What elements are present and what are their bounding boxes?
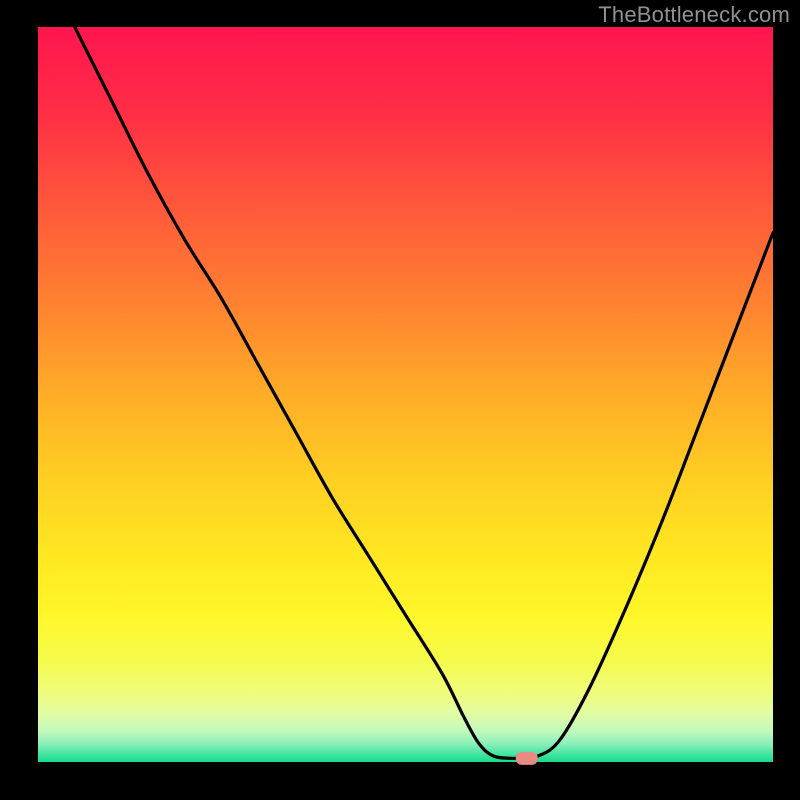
- watermark-text: TheBottleneck.com: [598, 2, 790, 28]
- bottleneck-chart: [0, 0, 800, 800]
- chart-svg: [0, 0, 800, 800]
- optimal-marker: [516, 752, 538, 765]
- plot-area: [38, 27, 773, 762]
